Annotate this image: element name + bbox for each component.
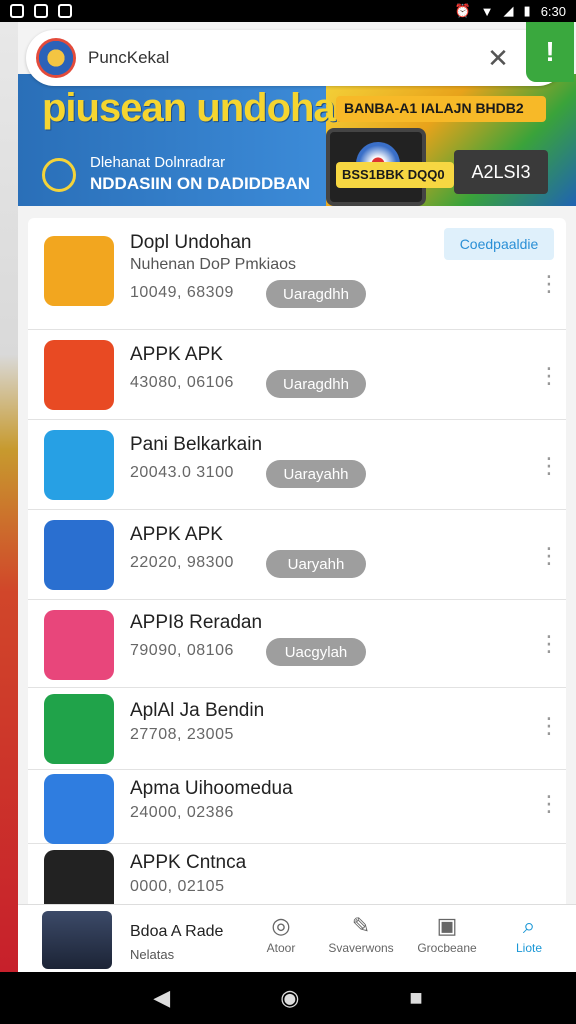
notification-icon <box>58 4 72 18</box>
nav-item[interactable]: ▣ Grocbeane <box>412 913 482 955</box>
app-name: APPK APK <box>130 344 223 365</box>
recents-icon[interactable]: ■ <box>409 985 422 1011</box>
search-bar[interactable]: PuncKekal ✕ ⬡ ! <box>26 22 574 86</box>
app-meta: 79090, 08106 <box>130 642 234 659</box>
download-pill[interactable]: Uaragdhh <box>266 280 366 308</box>
more-icon[interactable]: ⋮ <box>538 365 560 387</box>
app-meta: 20043.0 3100 <box>130 464 234 481</box>
clock-icon <box>42 158 76 192</box>
app-icon <box>44 236 114 306</box>
promo-banner[interactable]: piusean undohan Dlehanat Dolnradrar NDDA… <box>18 74 576 206</box>
mini-player-thumbnail[interactable] <box>42 911 112 969</box>
notification-icon <box>10 4 24 18</box>
list-item[interactable]: Dopl Undohan Nuhenan DoP Pmkiaos 10049, … <box>28 218 566 330</box>
app-icon <box>44 430 114 500</box>
bottom-navigation: Bdoa A Rade Nelatas ◎ Atoor ✎ Svaverwons… <box>18 904 576 972</box>
mini-player-title[interactable]: Bdoa A Rade <box>130 923 223 941</box>
info-button[interactable]: ! <box>526 22 574 82</box>
app-meta: 22020, 98300 <box>130 554 234 571</box>
banner-title: piusean undohan <box>42 86 359 130</box>
app-window: piusean undohan Dlehanat Dolnradrar NDDA… <box>18 22 576 972</box>
app-name: Pani Belkarkain <box>130 434 263 455</box>
list-item[interactable]: APPK APK 22020, 98300 Uaryahh ⋮ <box>28 510 566 600</box>
app-name: AplAl Ja Bendin <box>130 700 265 721</box>
nav-item[interactable]: ⌕ Liote <box>494 913 564 955</box>
app-name: APPI8 Reradan <box>130 612 263 633</box>
app-name: APPK Cntnca <box>130 852 247 873</box>
nav-item[interactable]: ✎ Svaverwons <box>326 913 396 955</box>
banner-subtitle: Dlehanat Dolnradrar <box>90 154 226 171</box>
nav-item[interactable]: ◎ Atoor <box>246 913 316 955</box>
notification-icon <box>34 4 48 18</box>
mini-player-subtitle: Nelatas <box>130 947 175 962</box>
app-icon <box>44 610 114 680</box>
status-bar: ⏰ ▼ ◢ ▮ 6:30 <box>0 0 576 22</box>
search-input[interactable]: PuncKekal <box>88 48 478 68</box>
battery-icon: ▮ <box>523 3 531 18</box>
more-icon[interactable]: ⋮ <box>538 715 560 737</box>
download-pill[interactable]: Uaragdhh <box>266 370 366 398</box>
app-name: Dopl Undohan <box>130 232 252 253</box>
app-name: Apma Uihoomedua <box>130 778 293 799</box>
edit-icon: ✎ <box>351 913 371 938</box>
wifi-icon: ▼ <box>480 3 494 19</box>
app-icon <box>44 774 114 844</box>
list-item[interactable]: Apma Uihoomedua 24000, 02386 ⋮ <box>28 770 566 844</box>
list-item[interactable]: AplAl Ja Bendin 27708, 23005 ⋮ <box>28 688 566 770</box>
app-meta: 0000, 02105 <box>130 878 225 895</box>
more-icon[interactable]: ⋮ <box>538 455 560 477</box>
home-icon[interactable]: ◉ <box>280 985 299 1011</box>
app-subtitle: Nuhenan DoP Pmkiaos <box>130 256 297 273</box>
app-meta: 43080, 06106 <box>130 374 234 391</box>
banner-bottom-pill: BSS1BBK DQQ0 <box>336 162 454 188</box>
bag-icon: ▣ <box>436 913 458 938</box>
system-icons: ⏰ ▼ ◢ ▮ 6:30 <box>454 3 566 19</box>
more-icon[interactable]: ⋮ <box>538 273 560 295</box>
app-icon <box>44 340 114 410</box>
download-pill[interactable]: Uaryahh <box>266 550 366 578</box>
more-icon[interactable]: ⋮ <box>538 633 560 655</box>
app-meta: 24000, 02386 <box>130 804 234 821</box>
banner-top-pill: BANBA-A1 IALAJN BHDB2 <box>336 96 546 122</box>
app-meta: 27708, 23005 <box>130 726 234 743</box>
list-item[interactable]: APPK APK 43080, 06106 Uaragdhh ⋮ <box>28 330 566 420</box>
system-navbar: ◀ ◉ ■ <box>0 972 576 1024</box>
app-list: Dopl Undohan Nuhenan DoP Pmkiaos 10049, … <box>28 218 566 972</box>
nav-label: Atoor <box>266 941 296 955</box>
download-pill[interactable]: Uacgylah <box>266 638 366 666</box>
more-icon[interactable]: ⋮ <box>538 545 560 567</box>
list-item[interactable]: Pani Belkarkain 20043.0 3100 Uarayahh ⋮ <box>28 420 566 510</box>
list-item[interactable]: APPI8 Reradan 79090, 08106 Uacgylah ⋮ <box>28 600 566 688</box>
app-logo <box>36 38 76 78</box>
download-pill[interactable]: Uarayahh <box>266 460 366 488</box>
clock-time: 6:30 <box>540 3 566 19</box>
spotify-icon: ◎ <box>271 913 291 938</box>
close-icon[interactable]: ✕ <box>478 43 518 74</box>
app-name: APPK APK <box>130 524 223 545</box>
notification-icons <box>10 4 72 18</box>
search-icon: ⌕ <box>522 913 536 938</box>
alarm-icon: ⏰ <box>454 3 471 18</box>
app-icon <box>44 694 114 764</box>
banner-cta-button[interactable]: A2LSI3 <box>454 150 548 194</box>
status-badge[interactable]: Coedpaaldie <box>444 228 554 260</box>
nav-label: Svaverwons <box>328 941 394 955</box>
banner-subtitle-bold: NDDASIIN ON DADIDDBAN <box>90 174 311 193</box>
back-icon[interactable]: ◀ <box>153 985 170 1011</box>
app-icon <box>44 520 114 590</box>
app-meta: 10049, 68309 <box>130 284 234 301</box>
signal-icon: ◢ <box>503 3 514 18</box>
nav-label: Liote <box>515 941 543 955</box>
nav-label: Grocbeane <box>417 941 477 955</box>
more-icon[interactable]: ⋮ <box>538 793 560 815</box>
